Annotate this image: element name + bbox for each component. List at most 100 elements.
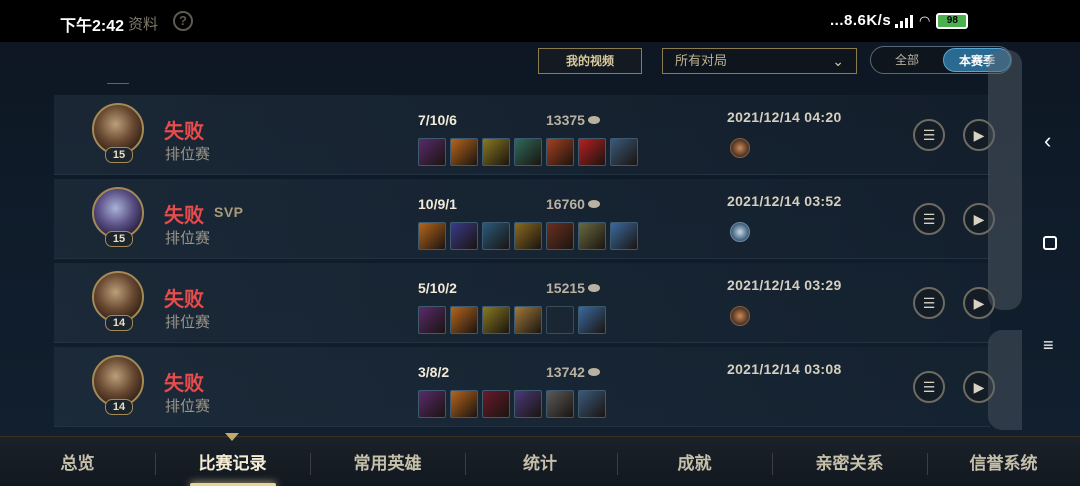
- match-result: 失败: [164, 289, 204, 311]
- gold-value: 16760: [546, 196, 585, 212]
- champion-avatar[interactable]: 15: [92, 103, 146, 165]
- details-button[interactable]: ☰: [913, 287, 945, 319]
- chevron-down-icon: ⌄: [832, 53, 844, 69]
- battery-icon: 98: [936, 13, 969, 29]
- item-icon[interactable]: [578, 390, 606, 418]
- tab-common-heroes[interactable]: 常用英雄: [310, 437, 465, 486]
- level-badge: 15: [105, 147, 133, 163]
- item-icon[interactable]: [578, 222, 606, 250]
- item-icon[interactable]: [514, 138, 542, 166]
- item-list: [418, 390, 606, 418]
- item-icon[interactable]: [546, 390, 574, 418]
- gold-earned: 13742: [546, 364, 600, 380]
- item-icon[interactable]: [610, 222, 638, 250]
- kda: 3/8/2: [418, 364, 450, 380]
- match-row[interactable]: 15 失败 排位赛 7/10/6 13375 2021/12/14 04:20 …: [54, 95, 995, 175]
- game-mode: 排位赛: [165, 146, 211, 163]
- clock: 下午2:42: [60, 18, 125, 35]
- level-badge: 15: [105, 231, 133, 247]
- medal-icon: [730, 138, 750, 158]
- gold-icon: [587, 284, 600, 292]
- game-mode: 排位赛: [165, 314, 211, 331]
- match-result: 失败: [164, 373, 204, 395]
- floating-panel[interactable]: [988, 50, 1022, 310]
- gold-value: 13742: [546, 364, 585, 380]
- champion-avatar[interactable]: 14: [92, 355, 146, 417]
- match-date: 2021/12/14 03:08: [727, 361, 842, 377]
- tab-reputation[interactable]: 信誉系统: [927, 437, 1080, 486]
- match-row[interactable]: 15 失败 SVP 排位赛 10/9/1 16760 2021/12/14 03…: [54, 179, 995, 259]
- item-icon[interactable]: [610, 138, 638, 166]
- bottom-tab-bar: 总览 比赛记录 常用英雄 统计 成就 亲密关系 信誉系统: [0, 433, 1080, 486]
- segment-all[interactable]: 全部: [871, 47, 943, 73]
- champion-avatar[interactable]: 14: [92, 271, 146, 333]
- item-icon[interactable]: [450, 138, 478, 166]
- item-icon[interactable]: [578, 306, 606, 334]
- level-badge: 14: [105, 315, 133, 331]
- match-row[interactable]: 14 失败 排位赛 5/10/2 15215 2021/12/14 03:29 …: [54, 263, 995, 343]
- item-icon[interactable]: [450, 306, 478, 334]
- game-mode: 排位赛: [165, 230, 211, 247]
- gold-value: 15215: [546, 280, 585, 296]
- details-button[interactable]: ☰: [913, 371, 945, 403]
- match-type-select[interactable]: 所有对局 ⌄: [662, 48, 857, 74]
- nav-home-icon[interactable]: [1043, 236, 1057, 250]
- kda: 10/9/1: [418, 196, 457, 212]
- item-icon[interactable]: [482, 222, 510, 250]
- item-icon[interactable]: [418, 390, 446, 418]
- item-icon[interactable]: [450, 222, 478, 250]
- item-icon[interactable]: [482, 306, 510, 334]
- gold-value: 13375: [546, 112, 585, 128]
- gold-icon: [587, 368, 600, 376]
- tab-stats[interactable]: 统计: [465, 437, 615, 486]
- medal-icon: [730, 306, 750, 326]
- match-date: 2021/12/14 03:52: [727, 193, 842, 209]
- item-icon[interactable]: [418, 306, 446, 334]
- my-videos-button[interactable]: 我的视频: [538, 48, 642, 74]
- item-icon[interactable]: [418, 138, 446, 166]
- help-icon[interactable]: ?: [173, 11, 193, 31]
- gold-earned: 15215: [546, 280, 600, 296]
- item-icon[interactable]: [450, 390, 478, 418]
- details-button[interactable]: ☰: [913, 119, 945, 151]
- item-icon[interactable]: [514, 306, 542, 334]
- signal-icon: [895, 14, 913, 28]
- item-icon[interactable]: [578, 138, 606, 166]
- nav-menu-icon[interactable]: ≡: [1043, 335, 1054, 356]
- champion-avatar[interactable]: 15: [92, 187, 146, 249]
- game-mode: 排位赛: [165, 398, 211, 415]
- svp-badge: SVP: [214, 204, 244, 220]
- gold-earned: 16760: [546, 196, 600, 212]
- item-icon[interactable]: [482, 138, 510, 166]
- match-type-value: 所有对局: [675, 53, 728, 68]
- item-icon[interactable]: [482, 390, 510, 418]
- item-icon[interactable]: [514, 390, 542, 418]
- item-icon[interactable]: [514, 222, 542, 250]
- item-list: [418, 306, 606, 334]
- nav-back-icon[interactable]: ‹: [1044, 128, 1051, 154]
- empty-item-slot[interactable]: [546, 306, 574, 334]
- item-icon[interactable]: [418, 222, 446, 250]
- kda: 5/10/2: [418, 280, 457, 296]
- match-result: 失败: [164, 205, 204, 227]
- medal-icon: [730, 222, 750, 242]
- details-button[interactable]: ☰: [913, 203, 945, 235]
- floating-panel-lower[interactable]: [988, 330, 1022, 430]
- item-icon[interactable]: [546, 138, 574, 166]
- match-date: 2021/12/14 04:20: [727, 109, 842, 125]
- tab-achievements[interactable]: 成就: [617, 437, 772, 486]
- wifi-icon: ◠: [919, 13, 931, 28]
- level-badge: 14: [105, 399, 133, 415]
- tab-relationships[interactable]: 亲密关系: [772, 437, 927, 486]
- match-row[interactable]: 14 失败 排位赛 3/8/2 13742 2021/12/14 03:08 ☰…: [54, 347, 995, 427]
- gold-icon: [587, 116, 600, 124]
- filter-bar: 我的视频 所有对局 ⌄ 全部 本赛季: [0, 42, 1080, 82]
- tab-match-history[interactable]: 比赛记录: [155, 437, 310, 486]
- gold-icon: [587, 200, 600, 208]
- match-result: 失败: [164, 121, 204, 143]
- kda: 7/10/6: [418, 112, 457, 128]
- back-button[interactable]: 资料: [128, 13, 158, 34]
- tab-overview[interactable]: 总览: [0, 437, 155, 486]
- item-icon[interactable]: [546, 222, 574, 250]
- status-bar: 下午2:42 资料 ? ...8.6K/s ◠ 98: [0, 0, 1080, 42]
